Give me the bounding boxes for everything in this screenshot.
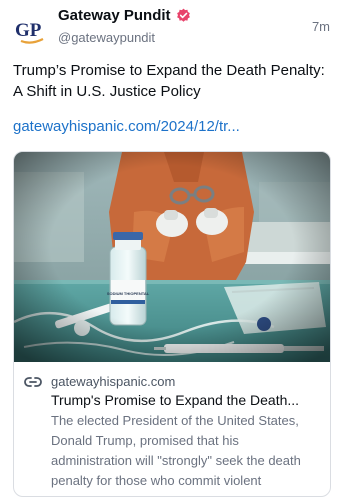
preview-photo: SODIUM THIOPENTAL [14, 152, 330, 362]
link-icon [24, 376, 42, 387]
card-domain-row: gatewayhispanic.com [24, 374, 175, 389]
card-domain: gatewayhispanic.com [51, 374, 176, 389]
gateway-pundit-logo-icon: GP [15, 20, 44, 44]
author-handle[interactable]: @gatewaypundit [58, 30, 155, 45]
author-display-name[interactable]: Gateway Pundit [58, 7, 171, 24]
post[interactable]: GP Gateway Pundit @gatewaypundit 7m Trum… [0, 0, 344, 500]
post-link[interactable]: gatewayhispanic.com/2024/12/tr... [13, 118, 240, 135]
avatar[interactable]: GP [13, 12, 49, 48]
link-preview-card[interactable]: SODIUM THIOPENTAL gatewayhispanic.com Tr… [13, 151, 331, 497]
verified-badge-icon [176, 8, 190, 22]
post-timestamp[interactable]: 7m [312, 19, 330, 34]
svg-text:GP: GP [15, 20, 42, 41]
card-description: The elected President of the United Stat… [51, 413, 301, 488]
link-preview-image: SODIUM THIOPENTAL [14, 152, 330, 362]
card-title: Trump's Promise to Expand the Death... [51, 392, 300, 408]
author-name-row: Gateway Pundit [58, 7, 191, 24]
post-text: Trump’s Promise to Expand the Death Pena… [13, 62, 325, 100]
